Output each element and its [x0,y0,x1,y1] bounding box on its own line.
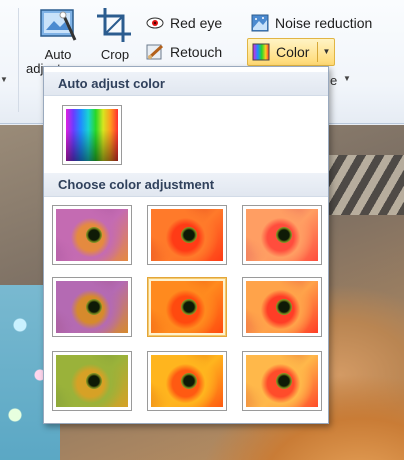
red-eye-button[interactable]: Red eye [146,12,222,34]
retouch-brush-icon [146,43,164,61]
color-palette-icon [252,43,270,61]
flower-thumbnail [151,281,223,333]
flower-center [181,373,197,389]
noise-reduction-icon [251,14,269,32]
flower-center [86,299,102,315]
red-eye-label: Red eye [170,15,223,31]
color-button[interactable]: Color ▼ [247,38,336,66]
flower-center [86,373,102,389]
flower-center [181,299,197,315]
choose-color-adjustment-header: Choose color adjustment [44,173,328,197]
color-label: Color [276,44,310,60]
color-preset-7[interactable] [52,351,132,411]
flower-center [276,373,292,389]
retouch-label: Retouch [170,44,223,60]
photo-detail [320,155,404,215]
color-preset-3[interactable] [242,205,322,265]
flower-thumbnail [246,209,318,261]
flower-thumbnail [246,355,318,407]
color-preset-1[interactable] [52,205,132,265]
flower-thumbnail [56,355,128,407]
color-preset-5[interactable] [147,277,227,337]
color-preset-6[interactable] [242,277,322,337]
magic-wand-icon [38,6,78,44]
flower-thumbnail [246,281,318,333]
flower-center [276,299,292,315]
chevron-down-icon: ▼ [0,75,8,84]
divider [18,8,19,112]
color-preset-2[interactable] [147,205,227,265]
color-adjust-dropdown: Auto adjust color Choose color adjustmen… [43,66,329,424]
color-spectrum-icon [66,109,118,161]
noise-reduction-button[interactable]: Noise reduction [251,12,372,34]
color-preset-4[interactable] [52,277,132,337]
flower-thumbnail [56,209,128,261]
flower-center [86,227,102,243]
color-preset-8[interactable] [147,351,227,411]
flower-center [181,227,197,243]
ribbon-group-label-fragment: e [330,73,338,88]
crop-icon [95,6,135,44]
color-preset-9[interactable] [242,351,322,411]
chevron-down-icon: ▼ [343,74,351,83]
retouch-button[interactable]: Retouch [146,41,222,63]
flower-thumbnail [151,355,223,407]
chevron-down-icon[interactable]: ▼ [317,42,330,62]
flower-thumbnail [56,281,128,333]
flower-thumbnail [151,209,223,261]
eye-icon [146,14,164,32]
auto-adjust-label: Auto [44,47,72,62]
auto-adjust-color-header: Auto adjust color [44,72,328,96]
crop-label: Crop [100,47,130,62]
flower-center [276,227,292,243]
noise-reduction-label: Noise reduction [275,15,373,31]
auto-adjust-color-tile[interactable] [62,105,122,165]
